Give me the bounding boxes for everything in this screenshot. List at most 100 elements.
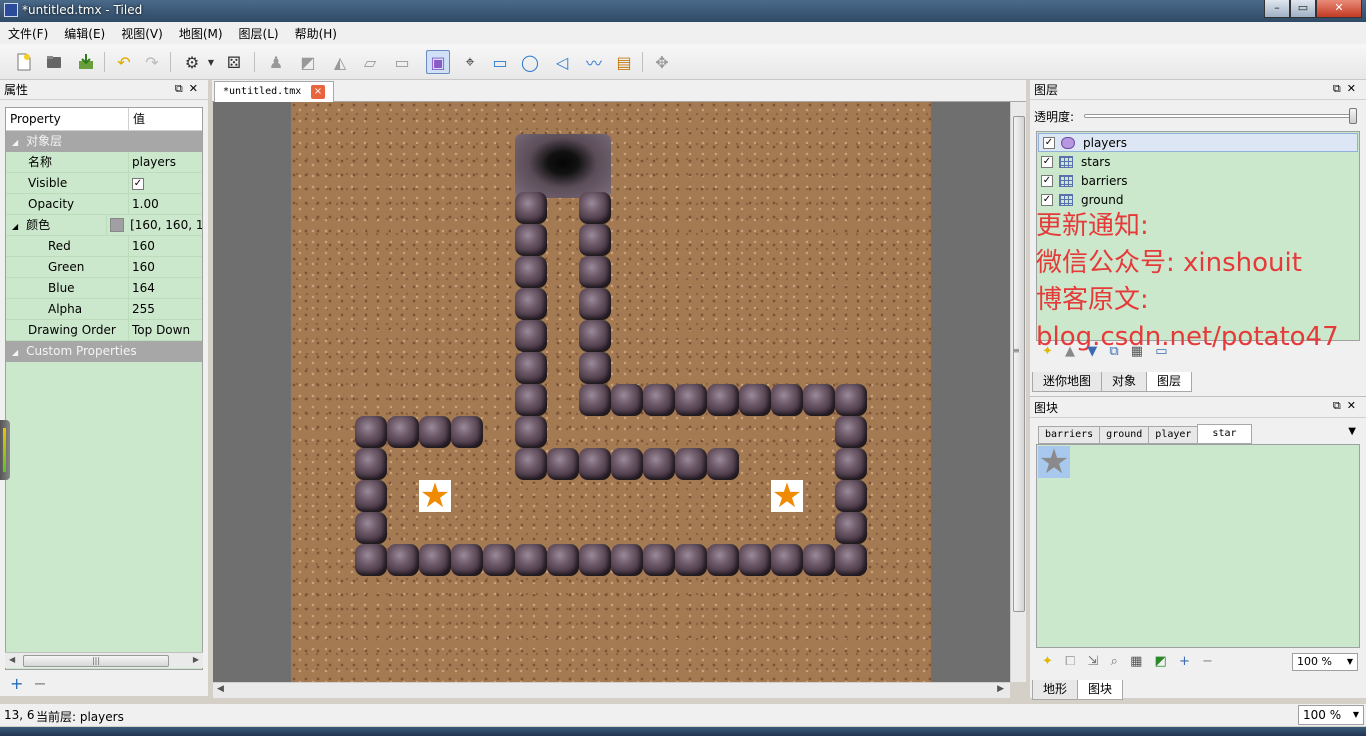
tileset-tab-star[interactable]: star xyxy=(1197,424,1252,444)
lower-layer-icon[interactable]: ▼ xyxy=(1087,344,1097,359)
edit-terrain-icon[interactable]: ◩ xyxy=(1155,654,1167,669)
open-folder-icon[interactable] xyxy=(42,50,66,74)
edit-tileset-icon[interactable]: ⌕ xyxy=(1111,654,1118,669)
prop-value[interactable]: Top Down xyxy=(129,323,190,337)
embed-tileset-icon[interactable]: ⧠ xyxy=(1065,654,1075,669)
prop-value[interactable]: 255 xyxy=(129,302,155,316)
insert-polyline-icon[interactable]: 〰 xyxy=(582,50,606,74)
prop-row-color[interactable]: ◢ 颜色 [160, 160, 164] xyxy=(6,215,202,236)
chevron-down-icon[interactable]: ▼ xyxy=(1347,654,1353,670)
select-objects-icon[interactable]: ▣ xyxy=(426,50,450,74)
prop-row-name[interactable]: 名称 players xyxy=(6,152,202,173)
edge-dock-handle[interactable] xyxy=(0,420,10,480)
prop-value[interactable]: 160 xyxy=(129,260,155,274)
star-tile-icon[interactable]: ★ xyxy=(1038,445,1070,479)
opacity-slider[interactable] xyxy=(1084,108,1357,124)
prop-row-drawing-order[interactable]: Drawing Order Top Down xyxy=(6,320,202,341)
new-file-icon[interactable] xyxy=(12,50,36,74)
save-icon[interactable] xyxy=(74,50,98,74)
scroll-thumb[interactable]: ||| xyxy=(23,655,169,667)
insert-rectangle-icon[interactable]: ▭ xyxy=(488,50,512,74)
layer-visible-checkbox[interactable]: ✓ xyxy=(1043,136,1055,149)
insert-polygon-icon[interactable]: ◁ xyxy=(550,50,574,74)
pan-icon[interactable]: ✥ xyxy=(650,50,674,74)
menu-view[interactable]: 视图(V) xyxy=(117,25,167,42)
prop-value[interactable]: 1.00 xyxy=(129,197,159,211)
menu-layer[interactable]: 图层(L) xyxy=(235,25,283,42)
layer-visible-checkbox[interactable]: ✓ xyxy=(1041,155,1053,168)
dock-float-close-icons[interactable]: ⧉✕ xyxy=(175,82,204,96)
collapse-triangle-icon[interactable]: ◢ xyxy=(12,348,18,357)
menu-edit[interactable]: 编辑(E) xyxy=(60,25,109,42)
star-object[interactable]: ★ xyxy=(419,479,451,513)
scroll-thumb[interactable] xyxy=(1013,116,1025,612)
scroll-left-icon[interactable]: ◀ xyxy=(217,684,224,694)
bucket-fill-icon[interactable]: ◭ xyxy=(328,50,352,74)
duplicate-layer-icon[interactable]: ⧉ xyxy=(1109,344,1118,359)
header-value[interactable]: 值 xyxy=(129,108,145,130)
dock-float-close-icons[interactable]: ⧉✕ xyxy=(1333,82,1362,96)
add-property-icon[interactable]: + xyxy=(10,674,23,693)
scroll-right-icon[interactable]: ▶ xyxy=(997,684,1004,694)
tileset-view[interactable]: ★ xyxy=(1036,444,1360,648)
close-window-button[interactable]: ✕ xyxy=(1316,0,1362,18)
prop-row-green[interactable]: Green 160 xyxy=(6,257,202,278)
prop-row-visible[interactable]: Visible ✓ xyxy=(6,173,202,194)
stamp-brush-icon[interactable]: ♟ xyxy=(264,50,288,74)
map-viewport[interactable]: ★ ★ xyxy=(213,102,1010,682)
prop-row-opacity[interactable]: Opacity 1.00 xyxy=(6,194,202,215)
properties-hscrollbar[interactable]: ◀ ||| ▶ xyxy=(5,652,203,668)
tab-tilesets[interactable]: 图块 xyxy=(1077,680,1124,700)
map-hscrollbar[interactable]: ◀ ▶ xyxy=(213,682,1010,698)
visible-checkbox[interactable]: ✓ xyxy=(132,177,144,190)
dock-float-close-icons[interactable]: ⧉✕ xyxy=(1333,399,1362,413)
layer-row-stars[interactable]: ✓ stars xyxy=(1037,152,1359,171)
terrain-brush-icon[interactable]: ◩ xyxy=(296,50,320,74)
map-zoom-select[interactable]: 100 % ▼ xyxy=(1298,705,1364,725)
tile-map[interactable]: ★ ★ xyxy=(291,102,931,682)
group-object-layer[interactable]: ◢ 对象层 xyxy=(6,131,202,152)
prop-value[interactable]: players xyxy=(129,155,176,169)
eraser-icon[interactable]: ▱ xyxy=(358,50,382,74)
menu-file[interactable]: 文件(F) xyxy=(4,25,52,42)
layer-row-players[interactable]: ✓ players xyxy=(1038,133,1358,152)
collapse-triangle-icon[interactable]: ◢ xyxy=(12,222,18,231)
random-dice-icon[interactable]: ⚄ xyxy=(222,50,246,74)
layer-visible-checkbox[interactable]: ✓ xyxy=(1041,193,1053,206)
undo-icon[interactable]: ↶ xyxy=(112,50,136,74)
insert-tile-icon[interactable]: ▤ xyxy=(612,50,636,74)
insert-ellipse-icon[interactable]: ◯ xyxy=(518,50,542,74)
tab-layers[interactable]: 图层 xyxy=(1146,372,1193,392)
remove-tiles-icon[interactable]: − xyxy=(1202,654,1213,669)
tileset-tab-player[interactable]: player xyxy=(1148,426,1199,444)
export-tileset-icon[interactable]: ⇲ xyxy=(1088,654,1099,669)
prop-row-red[interactable]: Red 160 xyxy=(6,236,202,257)
edit-polygons-icon[interactable]: ⌖ xyxy=(458,50,482,74)
star-object[interactable]: ★ xyxy=(771,479,803,513)
layer-properties-icon[interactable]: ▭ xyxy=(1155,344,1167,359)
chevron-down-icon[interactable]: ▼ xyxy=(206,50,216,74)
collapse-triangle-icon[interactable]: ◢ xyxy=(12,138,18,147)
group-custom-properties[interactable]: ◢ Custom Properties xyxy=(6,341,202,362)
tileset-tab-ground[interactable]: ground xyxy=(1099,426,1150,444)
command-gears-icon[interactable]: ⚙ xyxy=(180,50,204,74)
raise-layer-icon[interactable]: ▲ xyxy=(1065,344,1075,359)
delete-layer-icon[interactable]: ▦ xyxy=(1131,344,1143,359)
header-property[interactable]: Property xyxy=(6,108,129,130)
close-tab-icon[interactable]: × xyxy=(311,85,325,99)
delete-tileset-icon[interactable]: ▦ xyxy=(1130,654,1142,669)
maximize-button[interactable]: ▭ xyxy=(1290,0,1316,18)
rect-select-icon[interactable]: ▭ xyxy=(390,50,414,74)
chevron-down-icon[interactable]: ▼ xyxy=(1353,706,1359,724)
tab-terrain[interactable]: 地形 xyxy=(1032,680,1079,700)
tab-untitled[interactable]: *untitled.tmx × xyxy=(214,81,334,102)
new-tileset-icon[interactable]: ✦ xyxy=(1042,654,1053,669)
prop-row-blue[interactable]: Blue 164 xyxy=(6,278,202,299)
add-tiles-icon[interactable]: + xyxy=(1179,654,1190,669)
tileset-menu-chevron-icon[interactable]: ▼ xyxy=(1348,426,1356,437)
remove-property-icon[interactable]: − xyxy=(33,674,46,693)
prop-value[interactable]: 160 xyxy=(129,239,155,253)
layer-row-ground[interactable]: ✓ ground xyxy=(1037,190,1359,209)
prop-value[interactable]: 164 xyxy=(129,281,155,295)
tileset-zoom-select[interactable]: 100 % ▼ xyxy=(1292,653,1358,671)
